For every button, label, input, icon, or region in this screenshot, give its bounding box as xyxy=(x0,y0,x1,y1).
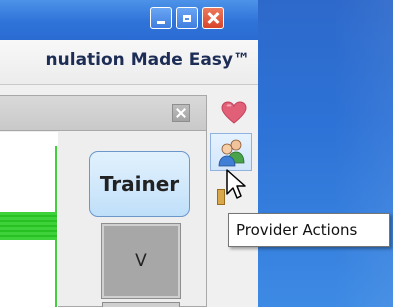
toolbar-item-partial[interactable] xyxy=(217,189,225,205)
v-button[interactable]: V xyxy=(101,223,181,299)
heart-icon[interactable] xyxy=(221,101,247,125)
trainer-button[interactable]: Trainer xyxy=(89,151,190,217)
monitor-chart xyxy=(0,132,58,307)
title-bar xyxy=(0,0,258,40)
mouse-cursor-icon xyxy=(226,169,246,199)
close-button[interactable] xyxy=(202,7,224,29)
brand-title: nulation Made Easy™ xyxy=(45,50,250,70)
minimize-icon xyxy=(157,20,165,24)
provider-actions-button[interactable] xyxy=(210,133,252,171)
chart-trace-band xyxy=(0,212,57,240)
app-window: nulation Made Easy™ Trainer V xyxy=(0,0,258,307)
panel-close-button[interactable] xyxy=(172,104,190,122)
maximize-icon xyxy=(183,14,191,22)
panel-header xyxy=(0,96,206,131)
lower-button[interactable] xyxy=(102,302,180,307)
desktop-background xyxy=(258,0,393,307)
minimize-button[interactable] xyxy=(150,7,172,29)
brand-bar: nulation Made Easy™ xyxy=(0,40,258,85)
close-icon xyxy=(207,12,219,24)
maximize-button[interactable] xyxy=(176,7,198,29)
provider-actions-tooltip: Provider Actions xyxy=(228,213,390,247)
provider-actions-icon xyxy=(218,139,245,167)
